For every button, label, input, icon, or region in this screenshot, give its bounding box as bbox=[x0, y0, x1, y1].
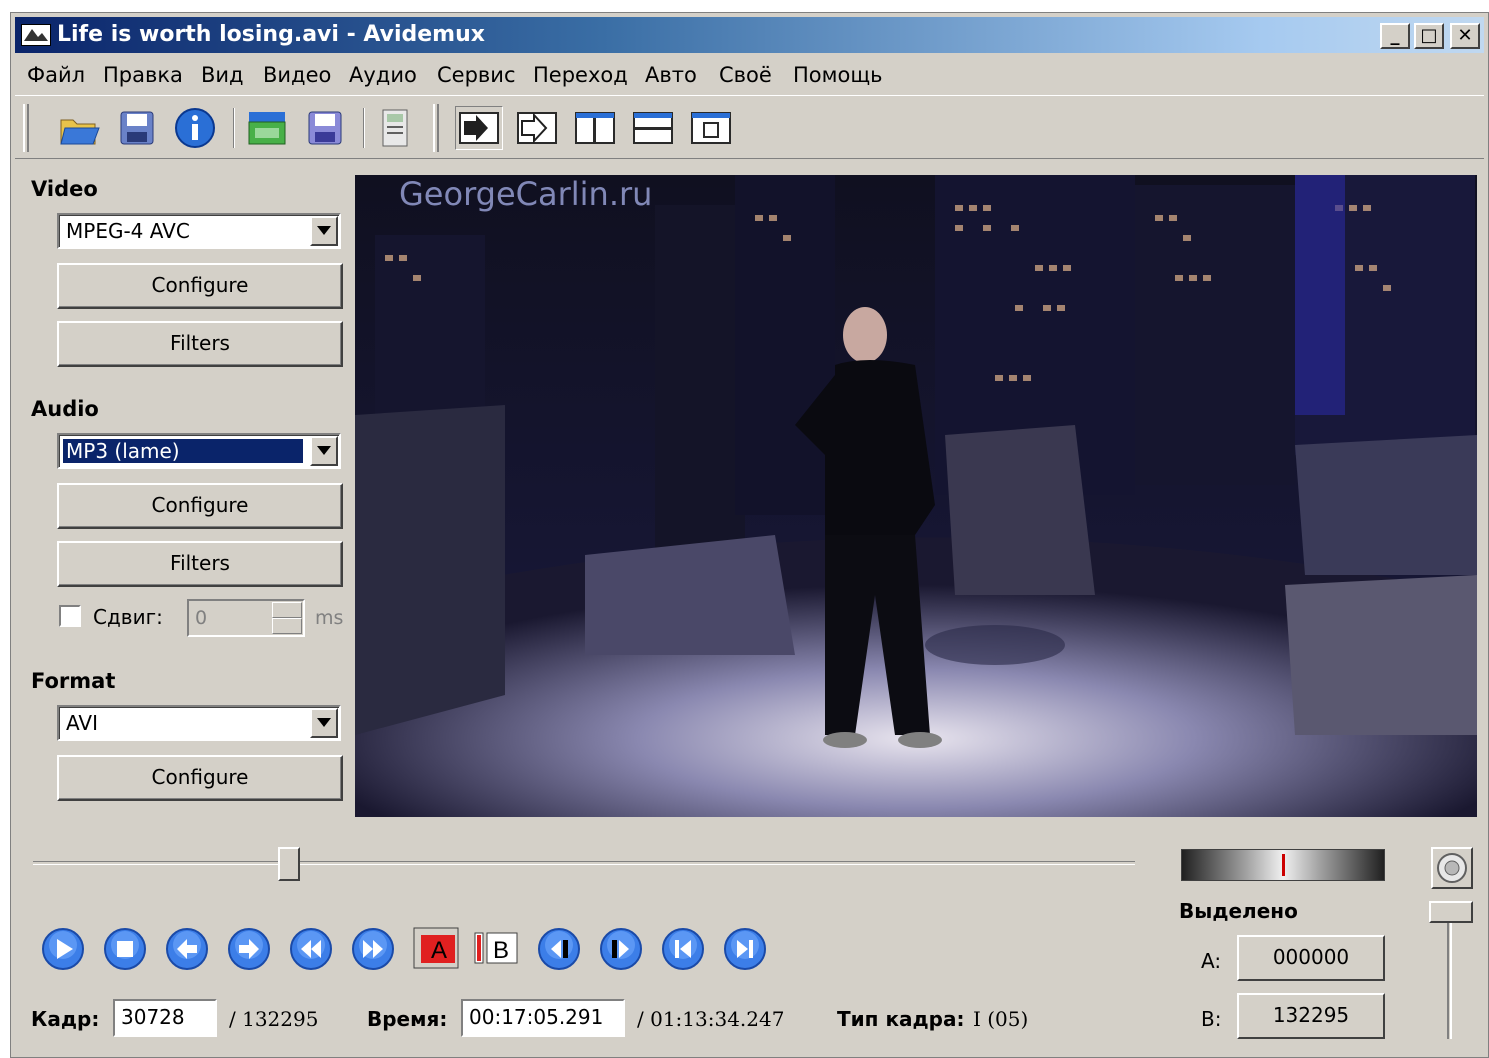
audio-shift-spinner[interactable]: 0 bbox=[187, 599, 305, 637]
jog-marker bbox=[1282, 854, 1285, 876]
video-codec-select[interactable]: MPEG-4 AVC bbox=[57, 213, 341, 249]
set-marker-b-button[interactable]: B bbox=[473, 927, 519, 969]
video-filters-button[interactable]: Filters bbox=[57, 321, 343, 367]
menu-custom[interactable]: Своё bbox=[719, 63, 772, 87]
time-label: Время: bbox=[367, 1007, 448, 1031]
timeline-thumb[interactable] bbox=[277, 847, 300, 881]
menu-edit[interactable]: Правка bbox=[103, 63, 183, 87]
menu-file[interactable]: Файл bbox=[27, 63, 85, 87]
menu-view[interactable]: Вид bbox=[201, 63, 244, 87]
marker-a-glyph: A bbox=[431, 937, 447, 964]
close-button[interactable]: ✕ bbox=[1450, 23, 1480, 49]
window-title: Life is worth losing.avi - Avidemux bbox=[57, 22, 485, 47]
spin-up-icon[interactable] bbox=[272, 602, 302, 618]
audio-shift-unit: ms bbox=[315, 607, 344, 629]
title-bar[interactable]: Life is worth losing.avi - Avidemux _ □ … bbox=[15, 17, 1484, 53]
audio-shift-label: Сдвиг: bbox=[93, 605, 163, 629]
chevron-down-icon[interactable] bbox=[310, 708, 338, 738]
toolbar-separator bbox=[363, 108, 365, 148]
info-icon[interactable] bbox=[171, 106, 219, 150]
view-top-bottom-icon[interactable] bbox=[629, 106, 677, 150]
video-configure-button[interactable]: Configure bbox=[57, 263, 343, 309]
audio-section-title: Audio bbox=[31, 397, 99, 421]
volume-thumb[interactable] bbox=[1429, 901, 1473, 923]
menu-bar: Файл Правка Вид Видео Аудио Сервис Перех… bbox=[15, 57, 1484, 93]
frame-label: Кадр: bbox=[31, 1007, 100, 1031]
marker-a-button[interactable]: 000000 bbox=[1237, 935, 1385, 981]
calculator-icon[interactable] bbox=[371, 106, 419, 150]
format-value: AVI bbox=[66, 711, 98, 735]
toolbar bbox=[15, 95, 1484, 159]
marker-b-button[interactable]: 132295 bbox=[1237, 993, 1385, 1039]
toolbar-separator bbox=[233, 108, 235, 148]
view-side-by-side-icon[interactable] bbox=[571, 106, 619, 150]
next-keyframe-icon[interactable] bbox=[351, 927, 395, 971]
menu-go[interactable]: Переход bbox=[533, 63, 628, 87]
speaker-icon[interactable] bbox=[1431, 847, 1473, 889]
marker-b-label: B: bbox=[1201, 1007, 1222, 1031]
video-section-title: Video bbox=[31, 177, 98, 201]
app-icon bbox=[21, 24, 51, 46]
menu-tools[interactable]: Сервис bbox=[437, 63, 515, 87]
format-select[interactable]: AVI bbox=[57, 705, 341, 741]
toolbar-grip[interactable] bbox=[23, 104, 29, 152]
play-icon[interactable] bbox=[41, 927, 85, 971]
previous-keyframe-icon[interactable] bbox=[289, 927, 333, 971]
view-input-icon[interactable] bbox=[455, 106, 503, 150]
frame-type-label: Тип кадра: bbox=[837, 1007, 965, 1031]
video-watermark: GeorgeCarlin.ru bbox=[399, 175, 653, 213]
main-window: Life is worth losing.avi - Avidemux _ □ … bbox=[10, 12, 1489, 1058]
save-icon[interactable] bbox=[113, 106, 161, 150]
goto-marker-b-icon[interactable] bbox=[599, 927, 643, 971]
menu-video[interactable]: Видео bbox=[263, 63, 331, 87]
toolbar-grip[interactable] bbox=[433, 104, 439, 152]
audio-shift-value: 0 bbox=[195, 607, 208, 629]
menu-auto[interactable]: Авто bbox=[645, 63, 697, 87]
timeline-track[interactable] bbox=[33, 861, 1135, 865]
spin-down-icon[interactable] bbox=[272, 618, 302, 634]
open-folder-icon[interactable] bbox=[243, 106, 291, 150]
frame-input[interactable]: 30728 bbox=[113, 999, 217, 1037]
goto-marker-a-icon[interactable] bbox=[537, 927, 581, 971]
jog-shuttle[interactable] bbox=[1181, 849, 1385, 881]
audio-configure-button[interactable]: Configure bbox=[57, 483, 343, 529]
goto-start-icon[interactable] bbox=[661, 927, 705, 971]
audio-filters-button[interactable]: Filters bbox=[57, 541, 343, 587]
save-video-icon[interactable] bbox=[301, 106, 349, 150]
frame-total: / 132295 bbox=[229, 1007, 319, 1031]
goto-end-icon[interactable] bbox=[723, 927, 767, 971]
audio-codec-select[interactable]: MP3 (lame) bbox=[57, 433, 341, 469]
minimize-button[interactable]: _ bbox=[1380, 23, 1410, 49]
video-preview[interactable]: GeorgeCarlin.ru bbox=[355, 175, 1477, 817]
marker-b-glyph: B bbox=[493, 937, 509, 964]
volume-track[interactable] bbox=[1447, 913, 1452, 1039]
frame-type-value: I (05) bbox=[973, 1007, 1029, 1031]
time-input[interactable]: 00:17:05.291 bbox=[461, 999, 625, 1037]
chevron-down-icon[interactable] bbox=[310, 436, 338, 466]
video-frame-image bbox=[355, 175, 1477, 817]
format-configure-button[interactable]: Configure bbox=[57, 755, 343, 801]
format-section-title: Format bbox=[31, 669, 116, 693]
time-total: / 01:13:34.247 bbox=[637, 1007, 785, 1031]
maximize-button[interactable]: □ bbox=[1414, 23, 1444, 49]
previous-frame-icon[interactable] bbox=[165, 927, 209, 971]
audio-shift-checkbox[interactable] bbox=[59, 605, 81, 627]
stop-icon[interactable] bbox=[103, 927, 147, 971]
open-icon[interactable] bbox=[55, 106, 103, 150]
selection-title: Выделено bbox=[1179, 899, 1298, 923]
next-frame-icon[interactable] bbox=[227, 927, 271, 971]
audio-codec-value: MP3 (lame) bbox=[63, 439, 303, 463]
view-output-icon[interactable] bbox=[513, 106, 561, 150]
view-single-icon[interactable] bbox=[687, 106, 735, 150]
marker-a-label: A: bbox=[1201, 949, 1222, 973]
chevron-down-icon[interactable] bbox=[310, 216, 338, 246]
video-codec-value: MPEG-4 AVC bbox=[66, 219, 190, 243]
menu-audio[interactable]: Аудио bbox=[349, 63, 417, 87]
menu-help[interactable]: Помощь bbox=[793, 63, 883, 87]
set-marker-a-button[interactable]: A bbox=[413, 927, 459, 969]
